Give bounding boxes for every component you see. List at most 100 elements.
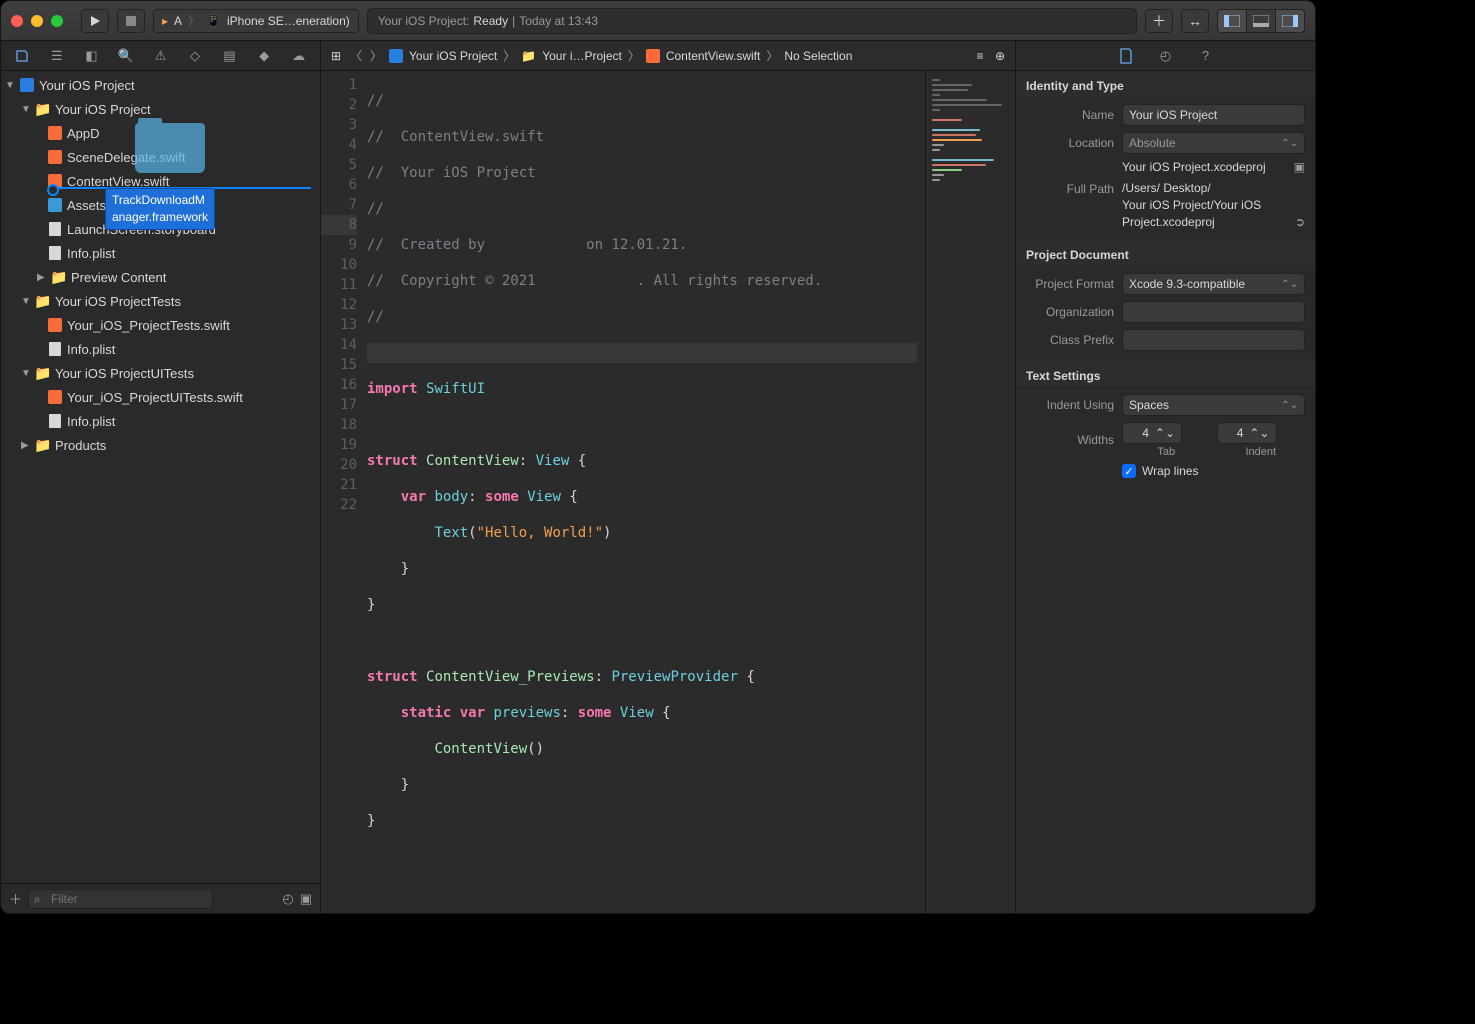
tree-label: Products	[55, 438, 106, 453]
organization-field[interactable]	[1122, 301, 1305, 323]
close-button[interactable]	[11, 15, 23, 27]
field-label: Location	[1026, 136, 1114, 150]
tree-file[interactable]: Info.plist	[1, 241, 320, 265]
field-label: Class Prefix	[1026, 333, 1114, 347]
toggle-inspector-button[interactable]	[1275, 9, 1305, 33]
minimap[interactable]	[925, 71, 1015, 913]
tree-label: Your iOS Project	[39, 78, 135, 93]
breakpoint-navigator-tab[interactable]: ◆	[252, 45, 276, 67]
run-button[interactable]	[81, 9, 109, 33]
tree-label: Info.plist	[67, 342, 115, 357]
find-navigator-tab[interactable]: 🔍	[114, 45, 138, 67]
tree-group[interactable]: ▼📁 Your iOS ProjectUITests	[1, 361, 320, 385]
forward-button[interactable]: 〉	[369, 49, 383, 63]
jumpbar-item[interactable]: Your iOS Project	[409, 49, 497, 63]
inspector: ◴ ? Identity and Type Name Your iOS Proj…	[1015, 41, 1315, 913]
add-editor-icon[interactable]: ⊕	[993, 49, 1007, 63]
folder-icon: 📁	[521, 49, 536, 63]
jumpbar-item[interactable]: ContentView.swift	[666, 49, 761, 63]
editor: ⊞ 〈 〉 Your iOS Project 〉 📁 Your i…Projec…	[321, 41, 1015, 913]
tree-file[interactable]: Info.plist	[1, 409, 320, 433]
section-header: Identity and Type	[1016, 71, 1315, 98]
test-navigator-tab[interactable]: ◇	[183, 45, 207, 67]
tree-label: Info.plist	[67, 246, 115, 261]
tree-label: Your iOS ProjectUITests	[55, 366, 194, 381]
activity-view: Your iOS Project: Ready | Today at 13:43	[367, 8, 1137, 34]
toggle-navigator-button[interactable]	[1217, 9, 1247, 33]
minimize-button[interactable]	[31, 15, 43, 27]
location-select[interactable]: Absolute⌃⌄	[1122, 132, 1305, 154]
indent-using-select[interactable]: Spaces⌃⌄	[1122, 394, 1305, 416]
field-label: Full Path	[1026, 180, 1114, 196]
jump-bar[interactable]: ⊞ 〈 〉 Your iOS Project 〉 📁 Your i…Projec…	[321, 41, 1015, 71]
window-controls	[11, 15, 63, 27]
project-tree[interactable]: ▼ Your iOS Project ▼📁 Your iOS Project A…	[1, 71, 320, 883]
add-target-button[interactable]: ＋	[9, 889, 22, 908]
project-navigator-tab[interactable]	[10, 45, 34, 67]
jumpbar-item[interactable]: No Selection	[784, 49, 852, 63]
field-sublabel: Indent	[1217, 446, 1306, 458]
related-items-icon[interactable]: ⊞	[329, 49, 343, 63]
source-control-navigator-tab[interactable]: ☰	[45, 45, 69, 67]
indent-width-stepper[interactable]: 4⌃⌄	[1217, 422, 1277, 444]
swift-file-icon	[646, 49, 660, 63]
drag-label: TrackDownloadM anager.framework	[105, 188, 215, 230]
tree-label: Your iOS Project	[55, 102, 151, 117]
name-field[interactable]: Your iOS Project	[1122, 104, 1305, 126]
symbol-navigator-tab[interactable]: ◧	[79, 45, 103, 67]
tree-label: AppD	[67, 126, 100, 141]
tree-project-root[interactable]: ▼ Your iOS Project	[1, 73, 320, 97]
history-inspector-tab[interactable]: ◴	[1157, 47, 1175, 65]
tree-label: Your iOS ProjectTests	[55, 294, 181, 309]
wrap-lines-checkbox[interactable]: ✓ Wrap lines	[1122, 464, 1305, 478]
tree-file[interactable]: Your_iOS_ProjectUITests.swift	[1, 385, 320, 409]
choose-path-icon[interactable]: ▣	[1294, 160, 1305, 174]
section-header: Project Document	[1016, 240, 1315, 267]
tree-file[interactable]: SceneDelegate.swift	[1, 145, 320, 169]
recent-filter-button[interactable]: ◴	[282, 891, 293, 907]
debug-navigator-tab[interactable]: ▤	[218, 45, 242, 67]
section-header: Text Settings	[1016, 361, 1315, 388]
toolbar: ▸ A 〉 📱 iPhone SE…eneration) Your iOS Pr…	[1, 1, 1315, 41]
add-button[interactable]: ＋	[1145, 9, 1173, 33]
help-inspector-tab[interactable]: ?	[1197, 47, 1215, 65]
stop-button[interactable]	[117, 9, 145, 33]
file-inspector-tab[interactable]	[1117, 47, 1135, 65]
fullpath-text: /Users/ Desktop/	[1122, 180, 1305, 197]
navigator-bottom-bar: ＋ ⌕ ◴ ▣	[1, 883, 320, 913]
issue-navigator-tab[interactable]: ⚠	[148, 45, 172, 67]
zoom-button[interactable]	[51, 15, 63, 27]
scheme-selector[interactable]: ▸ A 〉 📱 iPhone SE…eneration)	[153, 9, 359, 33]
inspector-tabs: ◴ ?	[1016, 41, 1315, 71]
toggle-debug-area-button[interactable]	[1246, 9, 1276, 33]
class-prefix-field[interactable]	[1122, 329, 1305, 351]
tree-label: Your_iOS_ProjectUITests.swift	[67, 390, 243, 405]
field-sublabel: Tab	[1122, 446, 1211, 458]
fullpath-text: Project.xcodeproj	[1122, 214, 1289, 231]
jumpbar-item[interactable]: Your i…Project	[542, 49, 622, 63]
tree-group[interactable]: ▶📁 Products	[1, 433, 320, 457]
editor-options-icon[interactable]: ≡	[973, 49, 987, 63]
code-editor[interactable]: 1234567 8 9101112131415 16171819202122 /…	[321, 71, 1015, 913]
tree-file[interactable]: Your_iOS_ProjectTests.swift	[1, 313, 320, 337]
tree-file[interactable]: Info.plist	[1, 337, 320, 361]
tree-label: SceneDelegate.swift	[67, 150, 186, 165]
tree-group[interactable]: ▼📁 Your iOS Project	[1, 97, 320, 121]
filter-input[interactable]	[28, 889, 213, 909]
scm-filter-button[interactable]: ▣	[300, 891, 312, 907]
tree-group[interactable]: ▼📁 Your iOS ProjectTests	[1, 289, 320, 313]
back-button[interactable]: 〈	[349, 49, 363, 63]
report-navigator-tab[interactable]: ☁	[287, 45, 311, 67]
project-format-select[interactable]: Xcode 9.3-compatible⌃⌄	[1122, 273, 1305, 295]
reveal-in-finder-icon[interactable]: ➲	[1295, 214, 1305, 231]
tree-file[interactable]: AppD	[1, 121, 320, 145]
tree-label: Preview Content	[71, 270, 166, 285]
tab-width-stepper[interactable]: 4⌃⌄	[1122, 422, 1182, 444]
location-file: Your iOS Project.xcodeproj	[1122, 160, 1288, 174]
code-text[interactable]: // // ContentView.swift // Your iOS Proj…	[367, 71, 925, 913]
navigator: ☰ ◧ 🔍 ⚠ ◇ ▤ ◆ ☁ ▼ Your iOS Project ▼📁 Yo…	[1, 41, 321, 913]
tree-group[interactable]: ▶📁 Preview Content	[1, 265, 320, 289]
field-label: Project Format	[1026, 277, 1114, 291]
code-review-button[interactable]: ↔	[1181, 9, 1209, 33]
panel-toggle-group	[1217, 9, 1305, 33]
